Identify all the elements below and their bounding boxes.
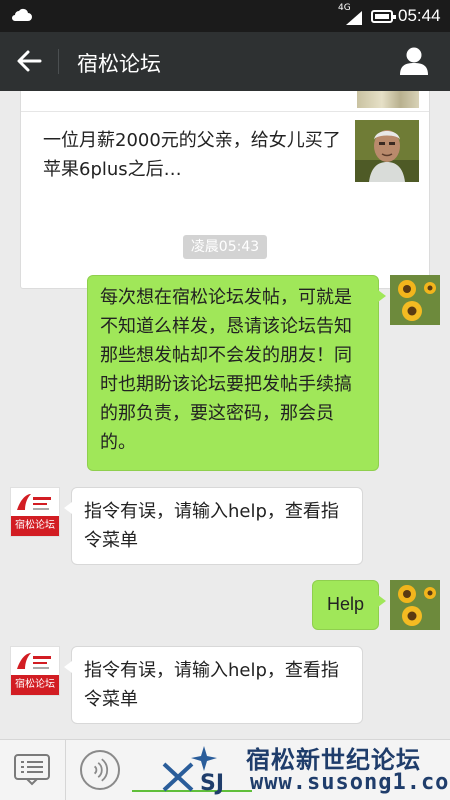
watermark-logo-icon: SJ [162,746,224,796]
status-bar: 4G 05:44 [0,0,450,32]
message-timestamp: 凌晨05:43 [183,235,267,259]
user-avatar-sunflower[interactable] [390,275,440,325]
battery-icon [371,10,396,23]
message-bubble-sent[interactable]: Help [312,580,386,630]
article-thumbnail-top [357,91,419,108]
user-avatar-sunflower[interactable] [390,580,440,630]
message-bubble-sent[interactable]: 每次想在宿松论坛发帖，可就是不知道么样发，恳请该论坛告知那些想发帖却不会发的朋友… [87,275,386,471]
back-arrow-icon[interactable] [14,46,44,76]
card-divider [21,111,429,112]
watermark: SJ 宿松新世纪论坛 www.susong1.com [160,740,450,800]
status-time: 05:44 [398,6,441,25]
bot-avatar[interactable]: 宿松论坛 [10,487,60,537]
svg-text:SJ: SJ [200,771,224,796]
watermark-url: www.susong1.com [250,770,450,795]
list-menu-icon[interactable] [14,754,50,786]
cloud-icon [12,8,32,21]
message-bubble-received[interactable]: 指令有误，请输入help，查看指令菜单 [64,646,363,724]
user-icon[interactable] [398,46,430,76]
voice-icon[interactable] [80,750,120,790]
message-bubble-received[interactable]: 指令有误，请输入help，查看指令菜单 [64,487,363,565]
logo-icon [17,653,51,669]
chat-area[interactable]: 一位月薪2000元的父亲，给女儿买了苹果6plus之后… 凌晨05:43 每次想… [0,91,450,739]
title-divider [58,49,59,74]
logo-icon [17,494,51,510]
bottom-divider [65,740,66,800]
signal-icon [346,11,362,25]
title-bar: 宿松论坛 [0,32,450,91]
article-card[interactable]: 一位月薪2000元的父亲，给女儿买了苹果6plus之后… [20,91,430,289]
bot-avatar[interactable]: 宿松论坛 [10,646,60,696]
page-title: 宿松论坛 [77,52,161,76]
article-title: 一位月薪2000元的父亲，给女儿买了苹果6plus之后… [43,130,341,180]
bot-avatar-label: 宿松论坛 [11,516,59,536]
bot-avatar-label: 宿松论坛 [11,675,59,695]
article-thumbnail [355,120,419,182]
